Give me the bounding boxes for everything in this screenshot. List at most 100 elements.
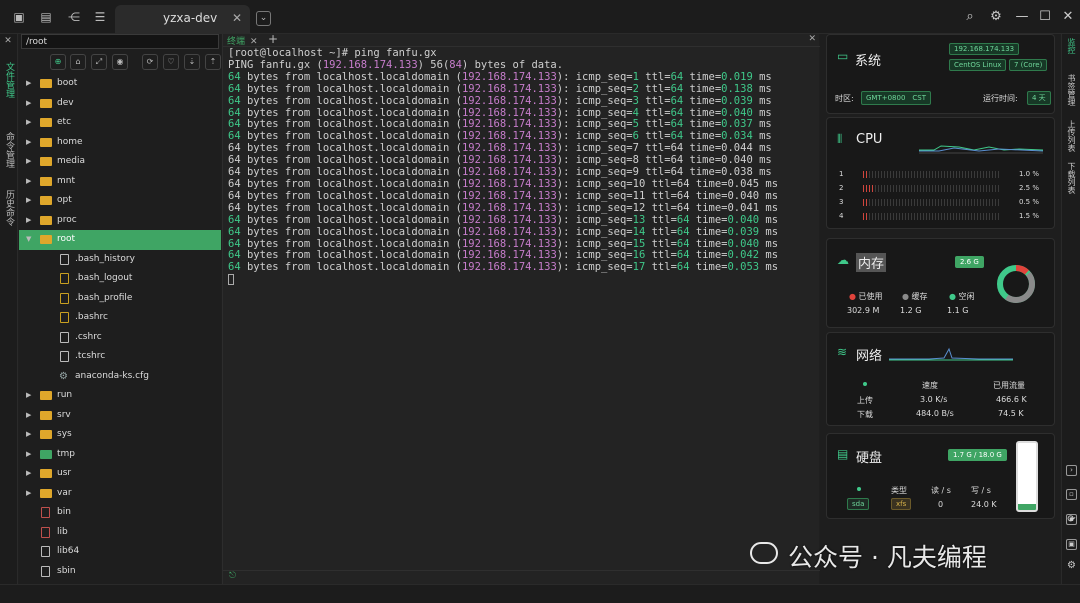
file-tree-item[interactable]: sbin	[19, 562, 221, 582]
file-tree-item[interactable]: ▼ root	[19, 230, 221, 250]
refresh-icon[interactable]: ⟳	[142, 54, 158, 70]
disk-write-header: 写 / s	[971, 486, 991, 495]
sidebar-item-monitor[interactable]: 监控	[1066, 38, 1077, 54]
expand-icon[interactable]: ⤢	[91, 54, 107, 70]
folder-icon	[40, 79, 52, 88]
network-sparkline	[889, 347, 1013, 361]
file-tree-item[interactable]: ▶ tmp	[19, 445, 221, 465]
close-icon[interactable]: ✕	[250, 37, 258, 47]
disk-type-header: 类型	[891, 486, 907, 495]
network-title: 网络	[856, 349, 883, 364]
chevron-right-icon[interactable]: ▶	[26, 152, 31, 172]
close-icon[interactable]: ✕	[808, 34, 816, 44]
disk-title: 硬盘	[856, 451, 883, 466]
chevron-right-icon[interactable]: ▶	[26, 445, 31, 465]
close-icon[interactable]: ✕	[3, 36, 13, 46]
file-tree-item[interactable]: ▶ mnt	[19, 172, 221, 192]
file-tree-item[interactable]: ▶ srv	[19, 406, 221, 426]
file-tree-item[interactable]: ▶ var	[19, 484, 221, 504]
chevron-right-icon[interactable]: ▶	[26, 113, 31, 133]
chevron-down-icon[interactable]: ⌄	[256, 11, 271, 26]
sidebar-item-downloads[interactable]: 下载列表	[1066, 162, 1077, 194]
chevron-right-icon[interactable]: ▶	[26, 74, 31, 94]
window-close-icon[interactable]: ✕	[1060, 9, 1076, 24]
ip-badge[interactable]: 192.168.174.133	[949, 43, 1020, 55]
terminal-icon[interactable]: ›	[1066, 465, 1077, 476]
file-tree-item[interactable]: .bash_profile	[19, 289, 221, 309]
sidebar-item-uploads[interactable]: 上传列表	[1066, 120, 1077, 152]
new-tab-icon[interactable]: +	[268, 32, 278, 46]
tab-terminal[interactable]: 终端 ✕	[227, 34, 258, 47]
file-tree-item[interactable]: .bashrc	[19, 308, 221, 328]
upload-total: 466.6 K	[996, 395, 1027, 404]
sidebar-item-command-manager[interactable]: 命令管理	[3, 132, 16, 168]
file-tree-item-label: lib	[57, 526, 68, 537]
maximize-icon[interactable]: ☐	[1037, 9, 1053, 24]
terminal-output[interactable]: [root@localhost ~]# ping fanfu.gx PING fa…	[228, 47, 778, 287]
terminal-icon[interactable]: ▣	[11, 9, 27, 25]
chevron-right-icon[interactable]: ▶	[26, 211, 31, 231]
file-tree-item[interactable]: .bash_logout	[19, 269, 221, 289]
file-tree-item[interactable]: ▶ sys	[19, 425, 221, 445]
eye-icon[interactable]: ◉	[112, 54, 128, 70]
settings-icon[interactable]: ⚙	[988, 9, 1004, 24]
close-icon[interactable]: ✕	[232, 5, 242, 32]
chevron-right-icon[interactable]: ▶	[26, 133, 31, 153]
home-icon[interactable]: ⌂	[70, 54, 86, 70]
list-icon[interactable]: ☰	[92, 9, 108, 25]
chevron-down-icon[interactable]: ▼	[26, 230, 31, 250]
file-tree-item[interactable]: ▶ usr	[19, 464, 221, 484]
file-tree-item-label: lib64	[57, 546, 80, 556]
upload-icon[interactable]: ⇡	[205, 54, 221, 70]
search-icon[interactable]: ⌕	[962, 9, 978, 24]
file-tree-item[interactable]: .tcshrc	[19, 347, 221, 367]
file-tree-item[interactable]: lib64	[19, 542, 221, 562]
chevron-right-icon[interactable]: ▶	[26, 425, 31, 445]
file-tree-item[interactable]: .bash_history	[19, 250, 221, 270]
minimize-icon[interactable]: —	[1014, 9, 1030, 24]
chevron-right-icon[interactable]: ▶	[26, 191, 31, 211]
cpu-core-fill	[863, 185, 873, 192]
wechat-icon	[750, 542, 778, 564]
file-tree-item[interactable]: ▶ proc	[19, 211, 221, 231]
memory-legend-label: ● 空闲	[949, 292, 975, 301]
session-tab[interactable]: yzxa-dev ✕	[115, 5, 250, 34]
locate-icon[interactable]: ⊕	[50, 54, 66, 70]
file-tree-item[interactable]: ▶ run	[19, 386, 221, 406]
chevron-right-icon[interactable]: ▶	[26, 464, 31, 484]
file-tree-item[interactable]: ▶ opt	[19, 191, 221, 211]
file-tree-item[interactable]: ▶ dev	[19, 94, 221, 114]
chevron-right-icon[interactable]: ▶	[26, 172, 31, 192]
image-icon[interactable]: ▫	[1066, 489, 1077, 500]
file-tree-item[interactable]: ▶ home	[19, 133, 221, 153]
path-input[interactable]	[21, 34, 219, 49]
sidebar-item-bookmarks[interactable]: 书签管理	[1066, 74, 1077, 106]
heart-icon[interactable]: ♡	[163, 54, 179, 70]
download-icon[interactable]: ⇣	[184, 54, 200, 70]
file-icon	[60, 312, 69, 323]
chevron-right-icon[interactable]: ▶	[26, 484, 31, 504]
file-tree-item-label: bin	[57, 507, 71, 517]
file-icon[interactable]: ▤	[38, 9, 54, 25]
chevron-right-icon[interactable]: ▶	[26, 406, 31, 426]
sidebar-item-history[interactable]: 历史命令	[3, 190, 16, 226]
file-tree-item[interactable]: ▶ media	[19, 152, 221, 172]
file-tree-item[interactable]: .cshrc	[19, 328, 221, 348]
cpu-core-id: 4	[839, 212, 844, 220]
settings-icon[interactable]: ⚙	[1066, 561, 1077, 572]
file-tree-item[interactable]: bin	[19, 503, 221, 523]
file-tree-item-label: usr	[57, 468, 72, 478]
save-icon[interactable]: ▣	[1066, 539, 1077, 550]
refresh-icon[interactable]: ⟳	[1066, 515, 1077, 526]
file-tree-item[interactable]: ⚙ anaconda-ks.cfg	[19, 367, 221, 387]
chevron-right-icon[interactable]: ▶	[26, 94, 31, 114]
file-tree-item[interactable]: lib	[19, 523, 221, 543]
file-tree-item[interactable]: ▶ etc	[19, 113, 221, 133]
file-tree-item[interactable]: ▶ boot	[19, 74, 221, 94]
file-tree-item-label: run	[57, 390, 73, 400]
chevron-right-icon[interactable]: ▶	[26, 386, 31, 406]
share-icon[interactable]: ⋲	[66, 9, 82, 25]
disk-card: ▤ 硬盘 1.7 G / 18.0 G 类型 读 / s 写 / s sda x…	[826, 433, 1055, 519]
sidebar-item-file-manager[interactable]: 文件管理	[3, 62, 16, 98]
file-icon	[41, 507, 50, 518]
